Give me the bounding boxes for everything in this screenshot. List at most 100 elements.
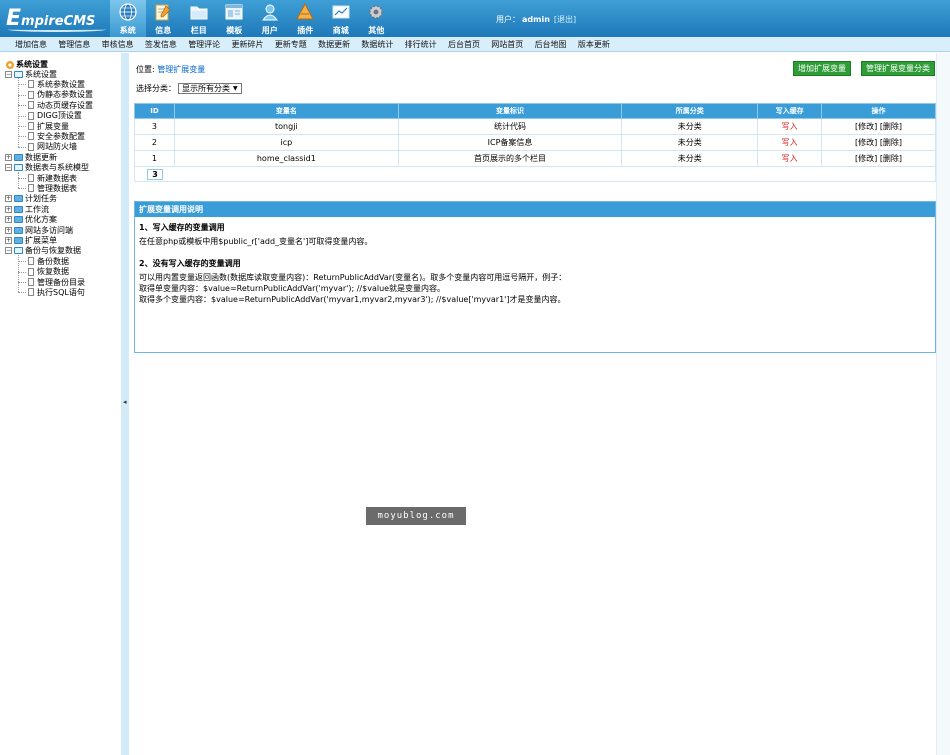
tree-folder-node[interactable]: + 网站多访问端 [5, 225, 73, 235]
tree-label: 备份数据 [37, 256, 69, 266]
cell-var-title: ICP备案信息 [397, 134, 623, 151]
folder-icon [14, 236, 23, 244]
help-panel-body: 1、写入缓存的变量调用 在任意php或模板中用$public_r['add_变量… [135, 217, 935, 312]
category-select-value: 显示所有分类 [182, 84, 230, 93]
collapse-icon[interactable]: − [5, 70, 12, 78]
tree-folder-node[interactable]: + 计划任务 [5, 194, 57, 204]
page-icon [28, 174, 34, 182]
page-number[interactable]: 3 [147, 168, 163, 180]
expand-icon[interactable]: + [5, 216, 12, 224]
edit-icon [155, 4, 171, 21]
user-icon [261, 4, 278, 21]
tree-leaf-node[interactable]: 扩展变量 [18, 121, 69, 131]
collapse-icon[interactable]: − [5, 247, 12, 255]
sidebar-tree: 系统设置 − 系统设置 系统参数设置 伪静态参数设置 动态页缓存设置 DIGG顶设置 扩展变… [0, 53, 121, 755]
submenu-update-fragments[interactable]: 更新碎片 [231, 37, 263, 51]
nav-info[interactable]: 信息 [146, 0, 182, 37]
tree-label: 扩展菜单 [25, 235, 57, 245]
submenu-update-topics[interactable]: 更新专题 [275, 37, 307, 51]
folder-icon [14, 216, 23, 224]
collapse-arrow-icon[interactable]: ◂ [123, 398, 127, 406]
submenu-site-home[interactable]: 网站首页 [491, 37, 523, 51]
page-icon [28, 90, 34, 99]
submenu-manage-comments[interactable]: 管理评论 [188, 37, 220, 51]
nav-label: 商城 [332, 26, 349, 35]
tree-leaf-node[interactable]: 管理备份目录 [18, 277, 85, 287]
tree-leaf-node[interactable]: 动态页缓存设置 [18, 100, 93, 110]
nav-label: 信息 [155, 26, 172, 35]
expand-icon[interactable]: + [5, 205, 12, 213]
tree-leaf-node[interactable]: DIGG顶设置 [18, 111, 82, 121]
nav-system[interactable]: 系统 [110, 0, 146, 37]
row-actions-edit-delete[interactable]: [修改] [删除] [821, 150, 936, 167]
pager-cell: 3 [134, 166, 936, 182]
tree-label: 优化方案 [25, 215, 57, 225]
watermark: moyublog.com [366, 507, 466, 525]
folder-icon [190, 6, 208, 20]
submenu-data-stats[interactable]: 数据统计 [361, 37, 393, 51]
folder-icon [14, 195, 23, 203]
submenu-review-info[interactable]: 审核信息 [102, 37, 134, 51]
main-nav: 系统 信息 栏目 模板 用户 插件 商城 其他 [110, 0, 394, 37]
add-variable-button[interactable]: 增加扩展变量 [793, 61, 851, 76]
tree-leaf-node[interactable]: 伪静态参数设置 [18, 90, 93, 100]
cell-category: 未分类 [621, 134, 759, 151]
tree-leaf-node[interactable]: 系统参数设置 [18, 79, 85, 89]
tree-leaf-node[interactable]: 新建数据表 [18, 173, 77, 183]
submenu-add-info[interactable]: 增加信息 [15, 37, 47, 51]
nav-user[interactable]: 用户 [252, 0, 288, 37]
tree-leaf-node[interactable]: 恢复数据 [18, 267, 69, 277]
tree-label: 系统参数设置 [37, 79, 85, 89]
variables-table: ID 变量名 变量标识 所属分类 写入缓存 操作 3 tongji 统计代码 未… [134, 103, 936, 182]
nav-column[interactable]: 栏目 [181, 0, 217, 37]
tree-label: 网站防火墙 [37, 142, 77, 152]
expand-icon[interactable]: + [5, 236, 12, 244]
tree-label: 扩展变量 [37, 121, 69, 131]
tree-leaf-node[interactable]: 网站防火墙 [18, 142, 77, 152]
tree-folder-node[interactable]: − 备份与恢复数据 [5, 246, 81, 256]
expand-icon[interactable]: + [5, 195, 12, 203]
sidebar-splitter[interactable]: ◂ [121, 53, 129, 755]
nav-plugin[interactable]: 插件 [288, 0, 324, 37]
tree-leaf-node[interactable]: 执行SQL语句 [18, 287, 85, 297]
tree-guide-line [18, 78, 19, 147]
tree-label: 管理备份目录 [37, 277, 85, 287]
row-actions-edit-delete[interactable]: [修改] [删除] [821, 134, 936, 151]
submenu-admin-map[interactable]: 后台地图 [535, 37, 567, 51]
expand-icon[interactable]: + [5, 226, 12, 234]
tree-connector [18, 105, 26, 107]
submenu-rank-stats[interactable]: 排行统计 [405, 37, 437, 51]
submenu-sign-info[interactable]: 签发信息 [145, 37, 177, 51]
tree-folder-node[interactable]: + 扩展菜单 [5, 235, 57, 245]
cell-id: 2 [134, 134, 175, 151]
tree-connector [18, 292, 26, 294]
collapse-icon[interactable]: − [5, 164, 12, 172]
category-select[interactable]: 显示所有分类 ▼ [178, 83, 242, 94]
nav-template[interactable]: 模板 [217, 0, 253, 37]
nav-other[interactable]: 其他 [359, 0, 395, 37]
submenu-version-update[interactable]: 版本更新 [578, 37, 610, 51]
tree-folder-node[interactable]: − 系统设置 [5, 69, 57, 79]
nav-shop[interactable]: 商城 [323, 0, 359, 37]
row-actions-edit-delete[interactable]: [修改] [删除] [821, 118, 936, 135]
vertical-scrollbar[interactable] [936, 53, 950, 755]
table-row: 2 icp ICP备案信息 未分类 写入 [修改] [删除] [134, 134, 936, 151]
tree-leaf-node[interactable]: 备份数据 [18, 256, 69, 266]
tree-label: DIGG顶设置 [37, 111, 82, 121]
nav-label: 插件 [297, 26, 314, 35]
expand-icon[interactable]: + [5, 153, 12, 161]
username: admin [522, 15, 550, 24]
submenu-data-update[interactable]: 数据更新 [318, 37, 350, 51]
quick-menu-bar: 增加信息 管理信息 审核信息 签发信息 管理评论 更新碎片 更新专题 数据更新 … [0, 37, 950, 52]
submenu-admin-home[interactable]: 后台首页 [448, 37, 480, 51]
tree-leaf-node[interactable]: 安全参数配置 [18, 131, 85, 141]
tree-folder-node[interactable]: + 优化方案 [5, 215, 57, 225]
breadcrumb-link[interactable]: 管理扩展变量 [157, 65, 205, 74]
col-id: ID [134, 103, 175, 119]
logout-link[interactable]: [退出] [554, 15, 576, 24]
tree-leaf-node[interactable]: 管理数据表 [18, 183, 77, 193]
tree-folder-node[interactable]: + 工作流 [5, 204, 49, 214]
submenu-manage-info[interactable]: 管理信息 [58, 37, 90, 51]
manage-variable-categories-button[interactable]: 管理扩展变量分类 [861, 61, 935, 76]
tree-folder-node[interactable]: + 数据更新 [5, 152, 57, 162]
